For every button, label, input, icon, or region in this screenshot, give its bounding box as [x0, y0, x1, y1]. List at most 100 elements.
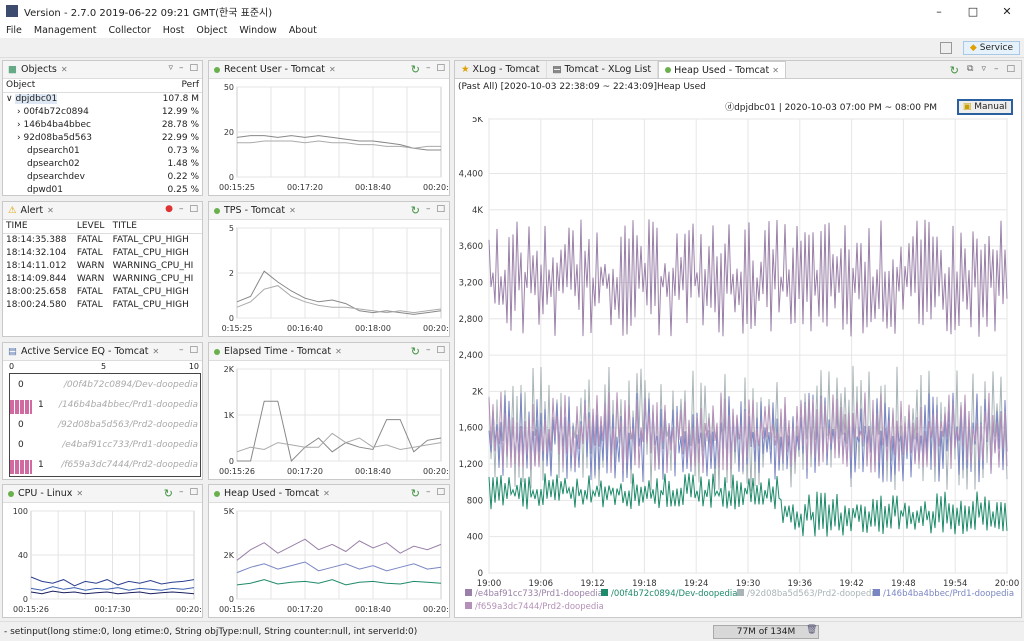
- menu-host[interactable]: Host: [157, 25, 191, 36]
- toolbar: ◆ Service: [0, 38, 1024, 58]
- object-row[interactable]: dpsearchdev 0.22 %: [3, 170, 202, 183]
- refresh-icon[interactable]: ↻: [411, 487, 420, 500]
- copy-icon[interactable]: ⧉: [967, 64, 973, 77]
- eq-name: /e4baf91cc733/Prd1-doopedia: [62, 440, 198, 450]
- close-active-service-icon[interactable]: ✕: [153, 347, 160, 356]
- maximize-icon[interactable]: □: [436, 63, 445, 76]
- close-icon[interactable]: ✕: [990, 0, 1024, 22]
- alert-row[interactable]: 18:14:32.104 FATAL FATAL_CPU_HIGH: [3, 246, 202, 259]
- y-tick-label: 0: [478, 569, 483, 579]
- maximize-icon[interactable]: □: [436, 345, 445, 358]
- minimize-icon[interactable]: –: [426, 345, 431, 358]
- maximize-icon[interactable]: □: [1006, 64, 1015, 77]
- minimize-icon[interactable]: –: [922, 0, 956, 22]
- eq-bar: [10, 400, 32, 414]
- minimize-icon[interactable]: –: [179, 63, 184, 73]
- tab-xlog-list[interactable]: ▤ Tomcat - XLog List: [547, 61, 659, 78]
- object-row[interactable]: ∨ dpjdbc01 107.8 M: [3, 92, 202, 105]
- alert-row[interactable]: 18:14:35.388 FATAL FATAL_CPU_HIGH: [3, 233, 202, 246]
- maximize-icon[interactable]: □: [189, 487, 198, 500]
- object-row[interactable]: dpsearch01 0.73 %: [3, 144, 202, 157]
- x-tick-label: 19:06: [529, 579, 554, 589]
- menu-collector[interactable]: Collector: [103, 25, 157, 36]
- menu-management[interactable]: Management: [28, 25, 103, 36]
- alert-title-cell: FATAL_CPU_HIGH: [112, 286, 189, 297]
- maximize-icon[interactable]: □: [189, 204, 198, 214]
- maximize-icon[interactable]: □: [436, 204, 445, 217]
- maximize-icon[interactable]: □: [189, 63, 198, 73]
- tab-heap-used[interactable]: Heap Used - Tomcat ✕: [658, 61, 786, 78]
- close-cpu-icon[interactable]: ✕: [76, 489, 83, 498]
- object-row[interactable]: dpsearch02 1.48 %: [3, 157, 202, 170]
- close-tps-icon[interactable]: ✕: [289, 206, 296, 215]
- x-tick-label: 00:15:26: [13, 605, 49, 614]
- object-row[interactable]: › 146b4ba4bbec 28.78 %: [3, 118, 202, 131]
- legend-label[interactable]: /e4baf91cc733/Prd1-doopedia: [475, 589, 603, 599]
- maximize-icon[interactable]: □: [436, 487, 445, 500]
- object-perf: 12.99 %: [161, 106, 199, 117]
- menu-window[interactable]: Window: [233, 25, 282, 36]
- minimize-icon[interactable]: –: [994, 64, 999, 77]
- object-row[interactable]: › 92d08ba5d563 22.99 %: [3, 131, 202, 144]
- chevron-down-icon[interactable]: ∨: [6, 94, 13, 104]
- legend-label[interactable]: /00f4b72c0894/Dev-doopedia: [611, 589, 738, 599]
- minimize-icon[interactable]: –: [426, 63, 431, 76]
- service-icon: ◆: [969, 43, 977, 53]
- objects-panel: ■ Objects ✕ ▿ – □ Object Perf ∨ dpjdbc01 107…: [2, 60, 203, 196]
- close-heap-small-icon[interactable]: ✕: [323, 489, 330, 498]
- menu-file[interactable]: File: [0, 25, 28, 36]
- trash-icon[interactable]: 🗑: [806, 625, 817, 635]
- alert-table: TIME LEVEL TITLE 18:14:35.388 FATAL FATAL_CP…: [3, 220, 202, 311]
- service-perspective-button[interactable]: ◆ Service: [962, 41, 1020, 55]
- legend-swatch: [465, 589, 472, 596]
- close-recent-user-icon[interactable]: ✕: [329, 65, 336, 74]
- refresh-icon[interactable]: ↻: [164, 487, 173, 500]
- eq-chart: 0/00f4b72c0894/Dev-doopedia 1/146b4ba4bbe…: [9, 373, 201, 477]
- tps-panel: TPS - Tomcat ✕ ↻ – □ 5 2 0 0:15:25 00:16:40 00:18…: [208, 201, 459, 337]
- open-perspective-icon[interactable]: [940, 42, 952, 54]
- menu-icon[interactable]: ▿: [168, 63, 173, 73]
- close-tab-icon[interactable]: ✕: [772, 66, 779, 75]
- refresh-icon[interactable]: ↻: [411, 204, 420, 217]
- minimize-icon[interactable]: –: [179, 204, 184, 214]
- alert-row[interactable]: 18:00:24.580 FATAL FATAL_CPU_HIGH: [3, 298, 202, 311]
- alert-row[interactable]: 18:14:09.844 WARN WARNING_CPU_HI: [3, 272, 202, 285]
- close-objects-icon[interactable]: ✕: [61, 65, 68, 74]
- minimize-icon[interactable]: –: [426, 204, 431, 217]
- y-tick-label: 3,600: [459, 242, 483, 252]
- chevron-right-icon[interactable]: ›: [17, 133, 21, 143]
- tab-xlog[interactable]: ★ XLog - Tomcat: [455, 61, 547, 78]
- minimize-icon[interactable]: –: [426, 487, 431, 500]
- alert-row[interactable]: 18:00:25.658 FATAL FATAL_CPU_HIGH: [3, 285, 202, 298]
- close-alert-icon[interactable]: ✕: [47, 206, 54, 215]
- maximize-icon[interactable]: □: [189, 345, 198, 355]
- eq-name: /146b4ba4bbec/Prd1-doopedia: [58, 400, 198, 410]
- object-row[interactable]: dpwd01 0.25 %: [3, 183, 202, 195]
- refresh-icon[interactable]: ↻: [411, 345, 420, 358]
- object-row[interactable]: › 00f4b72c0894 12.99 %: [3, 105, 202, 118]
- chevron-right-icon[interactable]: ›: [17, 107, 21, 117]
- close-elapsed-icon[interactable]: ✕: [335, 347, 342, 356]
- menu-about[interactable]: About: [283, 25, 323, 36]
- menu-icon[interactable]: ▿: [981, 64, 986, 77]
- clear-alerts-icon[interactable]: ●: [165, 204, 173, 214]
- menu-bar: File Management Collector Host Object Wi…: [0, 22, 1024, 38]
- legend-label[interactable]: /92d08ba5d563/Prd2-doopedia: [747, 589, 879, 599]
- maximize-icon[interactable]: □: [956, 0, 990, 22]
- chevron-right-icon[interactable]: ›: [17, 120, 21, 130]
- menu-object[interactable]: Object: [190, 25, 233, 36]
- memory-indicator[interactable]: 77M of 134M: [713, 625, 819, 639]
- minimize-icon[interactable]: –: [179, 487, 184, 500]
- alert-row[interactable]: 18:14:11.012 WARN WARNING_CPU_HI: [3, 259, 202, 272]
- col-perf: Perf: [138, 79, 202, 93]
- manual-button[interactable]: ▣ Manual: [956, 99, 1013, 115]
- manual-icon: ▣: [962, 102, 972, 112]
- legend-label[interactable]: /146b4ba4bbec/Prd1-doopedia: [883, 589, 1014, 599]
- y-tick-label: 3,200: [459, 278, 483, 288]
- minimize-icon[interactable]: –: [179, 345, 184, 355]
- alert-time: 18:00:25.658: [6, 286, 67, 297]
- legend-label[interactable]: /f659a3dc7444/Prd2-doopedia: [475, 602, 604, 612]
- x-tick-label: 00:20:26: [423, 467, 449, 476]
- refresh-icon[interactable]: ↻: [950, 64, 959, 77]
- refresh-icon[interactable]: ↻: [411, 63, 420, 76]
